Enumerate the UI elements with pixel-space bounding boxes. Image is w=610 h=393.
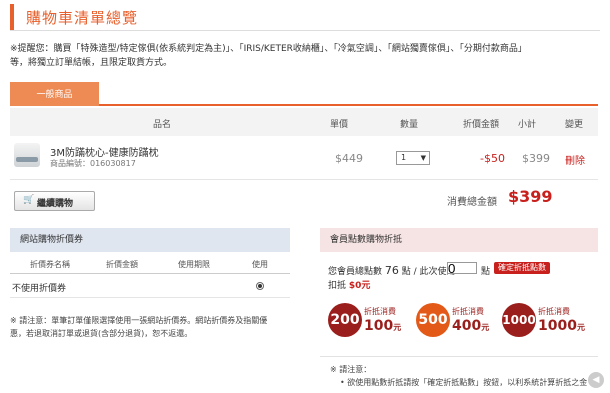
- tab-bar: 一般商品: [10, 82, 598, 106]
- product-thumbnail[interactable]: [14, 143, 40, 167]
- points-tier-200: 200 折抵消費 100元: [328, 303, 416, 339]
- continue-shopping-button[interactable]: 🛒 繼續購物: [14, 191, 95, 211]
- tier-points-value: 500: [418, 312, 448, 328]
- points-available-label: 您會員總點數: [328, 267, 383, 277]
- subtotal-amount: $399: [522, 152, 550, 165]
- page-title: 購物車清單總覽: [26, 9, 139, 27]
- quantity-value: 1: [401, 153, 407, 162]
- cart-table-header: 品名 單價 數量 折價金額 小計 變更: [10, 108, 598, 136]
- product-code: 商品編號：016030817: [50, 158, 136, 169]
- tier-amount: 100元: [364, 318, 401, 334]
- coupon-row-name: 不使用折價券: [12, 284, 67, 294]
- tier-points: 500: [416, 303, 450, 337]
- points-input[interactable]: [447, 262, 477, 274]
- scroll-top-button[interactable]: ◀: [588, 372, 604, 388]
- quantity-select[interactable]: 1 ▼: [396, 151, 430, 165]
- product-code-value: 016030817: [90, 159, 136, 168]
- coupon-header-period: 使用期限: [178, 260, 210, 269]
- coupon-panel-title: 網站購物折價券: [10, 228, 290, 252]
- header-subtotal: 小計: [518, 120, 537, 130]
- notice-text: ※提醒您：購買「特殊造型/特定傢俱(依系統判定為主)」、「IRIS/KETER收…: [10, 42, 600, 70]
- tab-general-products[interactable]: 一般商品: [10, 82, 99, 106]
- total-label: 消費總金額: [447, 197, 497, 208]
- unit-price: $449: [335, 152, 363, 165]
- points-available-value: 76: [384, 264, 399, 277]
- coupon-note-line-2: 惠，若退取消訂單或退貨(含部分退貨)，恕不返還。: [10, 329, 193, 338]
- header-name: 品名: [153, 120, 172, 130]
- header-price: 單價: [330, 120, 349, 130]
- coupon-table-header: 折價券名稱 折價金額 使用期限 使用: [10, 252, 290, 274]
- tier-points-value: 1000: [502, 313, 536, 327]
- page-title-bar: 購物車清單總覽: [10, 4, 600, 30]
- coupon-note-line-1: ※ 請注意：單筆訂單僅限選擇使用一張網站折價券。網站折價券及指關優: [10, 316, 268, 325]
- product-code-label: 商品編號：: [50, 159, 90, 168]
- tier-amount-value: 400: [452, 318, 482, 334]
- chevron-down-icon: ▼: [420, 154, 426, 162]
- discount-amount: -$50: [480, 152, 505, 165]
- product-name-link[interactable]: 3M防蹣枕心-健康防蹣枕: [50, 144, 159, 159]
- points-note-title: ※ 請注意：: [330, 365, 372, 374]
- confirm-points-button[interactable]: 確定折抵點數: [494, 262, 550, 274]
- title-divider: [10, 30, 600, 31]
- points-deduct: 扣抵 $0元: [328, 278, 370, 291]
- continue-shopping-label: 繼續購物: [37, 199, 74, 209]
- tier-amount-value: 1000: [538, 318, 577, 334]
- tier-line1: 折抵消費: [452, 307, 484, 316]
- tier-amount-suffix: 元: [393, 323, 402, 332]
- tier-line1: 折抵消費: [538, 307, 570, 316]
- notice-line-1: ※提醒您：購買「特殊造型/特定傢俱(依系統判定為主)」、「IRIS/KETER收…: [10, 44, 527, 54]
- tier-amount-value: 100: [364, 318, 394, 334]
- tier-amount: 400元: [452, 318, 489, 334]
- coupon-row: 不使用折價券: [10, 274, 290, 298]
- tier-amount-suffix: 元: [576, 323, 585, 332]
- points-available: 您會員總點數 76 點 / 此次使用: [328, 264, 456, 277]
- coupon-note: ※ 請注意：單筆訂單僅限選擇使用一張網站折價券。網站折價券及指關優 惠，若退取消…: [10, 314, 290, 340]
- points-deduct-label: 扣抵: [328, 281, 347, 291]
- header-qty: 數量: [400, 120, 419, 130]
- tier-points: 1000: [502, 303, 536, 337]
- points-divider: [320, 356, 598, 357]
- tier-amount: 1000元: [538, 318, 585, 334]
- tier-points: 200: [328, 303, 362, 337]
- coupon-radio[interactable]: [256, 282, 264, 290]
- delete-link[interactable]: 刪除: [565, 152, 585, 167]
- points-panel-title: 會員點數購物折抵: [320, 228, 598, 252]
- tier-points-value: 200: [330, 312, 360, 328]
- table-row: 3M防蹣枕心-健康防蹣枕 商品編號：016030817 $449 1 ▼ -$5…: [10, 136, 598, 180]
- coupon-header-name: 折價券名稱: [30, 260, 70, 269]
- notice-line-2: 等，將獨立訂單結帳，且限定取貨方式。: [10, 58, 173, 68]
- coupon-panel: 網站購物折價券 折價券名稱 折價金額 使用期限 使用 不使用折價券: [10, 228, 290, 298]
- points-tier-1000: 1000 折抵消費 1000元: [502, 303, 602, 339]
- coupon-header-amount: 折價金額: [106, 260, 138, 269]
- coupon-header-use: 使用: [252, 260, 268, 269]
- points-note-line: • 欲使用點數折抵請按「確定折抵點數」按鈕，以利系統計算折抵之金: [340, 378, 588, 387]
- cart-icon: 🛒: [23, 195, 35, 205]
- header-discount: 折價金額: [463, 120, 500, 130]
- tier-amount-suffix: 元: [481, 323, 490, 332]
- tier-line1: 折抵消費: [364, 307, 396, 316]
- points-deduct-value: $0元: [348, 281, 371, 291]
- points-use-unit: 點: [481, 267, 491, 277]
- points-tier-500: 500 折抵消費 400元: [416, 303, 504, 339]
- header-change: 變更: [565, 120, 584, 130]
- total-value: $399: [508, 187, 553, 206]
